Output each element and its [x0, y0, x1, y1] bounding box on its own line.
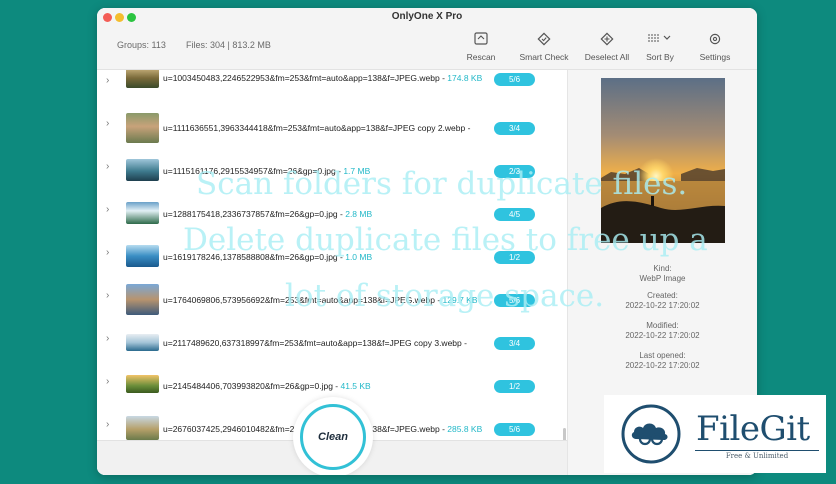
filegit-logo-icon	[621, 404, 681, 464]
expand-chevron-icon[interactable]: ›	[106, 204, 109, 215]
kind-label: Kind:	[653, 264, 672, 273]
file-row[interactable]: › u=1288175418,2336737857&fm=26&gp=0.jpg…	[97, 193, 567, 236]
file-name: u=1288175418,2336737857&fm=26&gp=0.jpg -…	[163, 209, 373, 219]
deselect-all-icon	[579, 32, 635, 48]
file-size: 1.7 MB	[343, 166, 371, 176]
file-size: 174.8 KB	[447, 73, 483, 83]
file-size: 1.0 MB	[345, 252, 373, 262]
clean-button-ring: Clean	[293, 397, 373, 475]
file-thumbnail	[126, 284, 159, 315]
sort-by-label: Sort By	[646, 52, 674, 62]
duplicate-count-badge[interactable]: 4/5	[494, 208, 535, 221]
smart-check-button[interactable]: Smart Check	[514, 32, 574, 62]
file-thumbnail	[126, 70, 159, 88]
file-thumbnail	[126, 113, 159, 143]
watermark-underline	[695, 450, 819, 451]
file-thumbnail	[126, 334, 159, 351]
file-row[interactable]: › u=1115161176,2915534957&fm=26&gp=0.jpg…	[97, 150, 567, 193]
file-size: 41.5 KB	[340, 381, 371, 391]
file-size: 129.7 KB	[442, 295, 478, 305]
rescan-button[interactable]: Rescan	[459, 32, 503, 62]
files-summary: Files: 304 | 813.2 MB	[186, 40, 271, 50]
created-value: 2022-10-22 17:20:02	[625, 301, 700, 310]
duplicate-count-badge[interactable]: 1/2	[494, 380, 535, 393]
file-thumbnail	[126, 416, 159, 440]
file-name: u=1003450483,2246522953&fm=253&fmt=auto&…	[163, 73, 483, 83]
sort-by-button[interactable]: Sort By	[641, 32, 679, 62]
expand-chevron-icon[interactable]: ›	[106, 161, 109, 172]
settings-button[interactable]: Settings	[695, 32, 735, 62]
duplicate-count-badge[interactable]: 2/3	[494, 165, 535, 178]
expand-chevron-icon[interactable]: ›	[106, 247, 109, 258]
filegit-watermark: FileGit Free & Unlimited	[604, 395, 826, 473]
file-size: 285.8 KB	[447, 424, 483, 434]
expand-chevron-icon[interactable]: ›	[106, 75, 109, 86]
smart-check-label: Smart Check	[519, 52, 569, 62]
sort-icon	[641, 32, 679, 48]
file-name: u=2117489620,637318997&fm=253&fmt=auto&a…	[163, 338, 467, 348]
file-row[interactable]: › u=1003450483,2246522953&fm=253&fmt=aut…	[97, 70, 567, 107]
last-opened-value: 2022-10-22 17:20:02	[625, 361, 700, 370]
deselect-all-label: Deselect All	[584, 52, 630, 62]
title-bar: OnlyOne X Pro Groups: 113 Files: 304 | 8…	[97, 8, 757, 70]
file-row[interactable]: › u=1111636551,3963344418&fm=253&fmt=aut…	[97, 107, 567, 150]
settings-label: Settings	[699, 52, 731, 62]
file-thumbnail	[126, 375, 159, 393]
file-size: 2.8 MB	[345, 209, 373, 219]
file-name: u=1619178246,1378588808&fm=26&gp=0.jpg -…	[163, 252, 373, 262]
watermark-tagline: Free & Unlimited	[725, 452, 789, 460]
duplicate-count-badge[interactable]: 3/4	[494, 337, 535, 350]
window-title: OnlyOne X Pro	[391, 11, 463, 22]
file-name: u=1111636551,3963344418&fm=253&fmt=auto&…	[163, 123, 471, 133]
kind-value: WebP Image	[639, 274, 686, 283]
duplicate-count-badge[interactable]: 1/2	[494, 251, 535, 264]
file-thumbnail	[126, 159, 159, 181]
smart-check-icon	[514, 32, 574, 48]
file-row[interactable]: › u=2117489620,637318997&fm=253&fmt=auto…	[97, 322, 567, 365]
duplicate-count-badge[interactable]: 3/4	[494, 122, 535, 135]
rescan-label: Rescan	[466, 52, 496, 62]
deselect-all-button[interactable]: Deselect All	[579, 32, 635, 62]
file-name: u=1764069806,573956692&fm=253&fmt=auto&a…	[163, 295, 478, 305]
clean-button[interactable]: Clean	[300, 404, 366, 470]
expand-chevron-icon[interactable]: ›	[106, 118, 109, 129]
groups-count: Groups: 113	[117, 40, 166, 50]
duplicate-count-badge[interactable]: 5/6	[494, 294, 535, 307]
image-preview	[601, 78, 725, 243]
file-row[interactable]: › u=1619178246,1378588808&fm=26&gp=0.jpg…	[97, 236, 567, 279]
expand-chevron-icon[interactable]: ›	[106, 376, 109, 387]
file-thumbnail	[126, 245, 159, 267]
file-row[interactable]: › u=1764069806,573956692&fm=253&fmt=auto…	[97, 279, 567, 322]
modified-label: Modified:	[646, 321, 679, 330]
duplicate-count-badge[interactable]: 5/6	[494, 73, 535, 86]
watermark-brand: FileGit	[696, 409, 810, 449]
file-thumbnail	[126, 202, 159, 224]
file-name: u=2145484406,703993820&fm=26&gp=0.jpg - …	[163, 381, 371, 391]
expand-chevron-icon[interactable]: ›	[106, 419, 109, 430]
settings-icon	[695, 32, 735, 48]
duplicate-count-badge[interactable]: 5/6	[494, 423, 535, 436]
rescan-icon	[459, 32, 503, 48]
last-opened-label: Last opened:	[639, 351, 686, 360]
created-label: Created:	[647, 291, 678, 300]
expand-chevron-icon[interactable]: ›	[106, 333, 109, 344]
expand-chevron-icon[interactable]: ›	[106, 290, 109, 301]
modified-value: 2022-10-22 17:20:02	[625, 331, 700, 340]
file-name: u=1115161176,2915534957&fm=26&gp=0.jpg -…	[163, 166, 371, 176]
